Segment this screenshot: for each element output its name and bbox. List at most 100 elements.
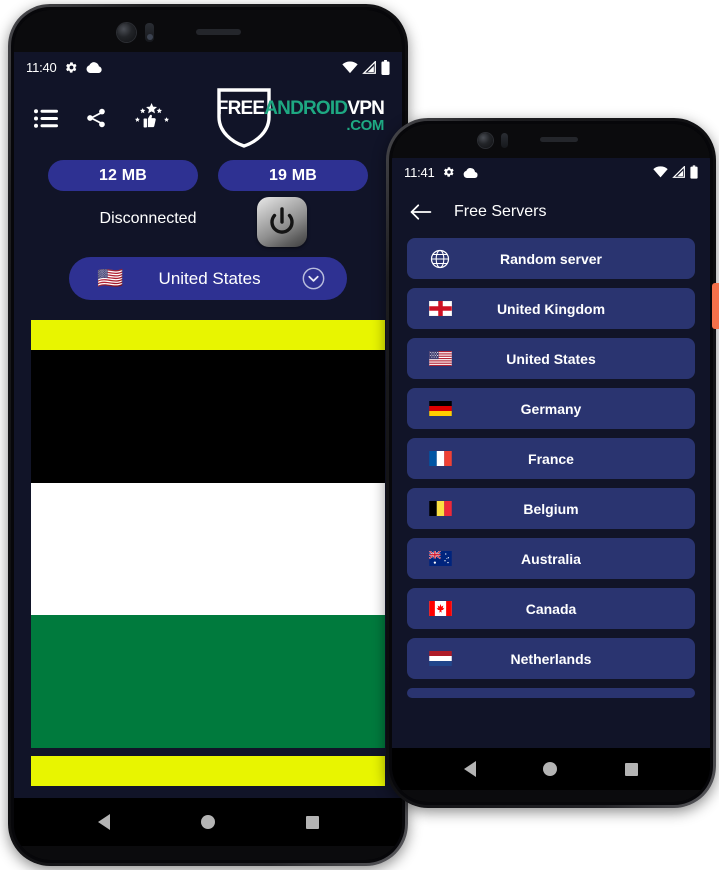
globe-icon: [425, 249, 455, 269]
rate-icon[interactable]: [134, 103, 170, 133]
flag-stripe-black: [31, 350, 385, 483]
recents-nav-icon[interactable]: [625, 762, 639, 776]
us-flag-icon: [425, 351, 455, 366]
list-item[interactable]: Belgium: [407, 488, 695, 529]
page-title: Free Servers: [454, 203, 547, 220]
germany-flag-icon: [425, 401, 455, 416]
banner-gap: [31, 748, 385, 756]
status-bar-time: 11:40: [26, 59, 57, 75]
list-item[interactable]: France: [407, 438, 695, 479]
netherlands-flag-icon: [425, 651, 455, 666]
server-list: Random server United Kingdom United Stat…: [392, 238, 710, 748]
server-name: France: [528, 450, 574, 467]
server-name: Germany: [520, 400, 582, 417]
free-servers-screen: Free Servers Random server United Kingdo…: [392, 186, 710, 748]
signal-icon: [672, 166, 685, 178]
data-usage-row: 12 MB 19 MB: [14, 154, 402, 191]
cloud-icon: [463, 167, 478, 178]
banner-top-bar: [31, 320, 385, 350]
server-name: Random server: [500, 250, 602, 267]
flag-star-icon: ✹: [58, 531, 86, 567]
server-name: Australia: [521, 550, 581, 567]
vpn-app-main: FREE ANDROID VPN .COM 12 MB 19 MB Discon…: [14, 82, 402, 786]
phone-inner-right: 11:41 Free Servers Random server United …: [389, 121, 713, 805]
brand-wordmark: FREE ANDROID VPN .COM: [216, 87, 385, 134]
list-item[interactable]: [407, 688, 695, 698]
screen-left: 11:40 FREE ANDROID VPN .COM 12 MB 19 MB …: [14, 52, 402, 798]
status-bar-left: 11:40: [14, 52, 402, 82]
wifi-icon: [653, 166, 668, 178]
server-name: United Kingdom: [496, 300, 606, 317]
list-item[interactable]: Canada: [407, 588, 695, 629]
sensor-dot-icon: [147, 34, 153, 40]
back-arrow-icon[interactable]: [410, 203, 432, 221]
brand-com: .COM: [346, 117, 384, 134]
home-nav-icon[interactable]: [543, 762, 558, 776]
list-item[interactable]: Australia: [407, 538, 695, 579]
power-icon: [270, 207, 294, 234]
list-icon[interactable]: [34, 108, 58, 128]
phone-inner-left: 11:40 FREE ANDROID VPN .COM 12 MB 19 MB …: [11, 7, 405, 863]
connection-status-text: Disconnected: [99, 210, 197, 227]
wifi-icon: [342, 60, 358, 73]
phone-bezel-bottom-right: [392, 790, 710, 802]
country-selector[interactable]: 🇺🇸 United States: [69, 257, 347, 300]
uk-flag-icon: [425, 301, 455, 316]
list-item[interactable]: Netherlands: [407, 638, 695, 679]
phone-device-right: 11:41 Free Servers Random server United …: [386, 118, 716, 808]
brand-android: ANDROID: [264, 98, 348, 119]
app-bar-actions: [34, 103, 170, 133]
back-nav-icon[interactable]: [463, 761, 476, 777]
screen-bottom-pad-left: [14, 786, 402, 798]
chevron-down-icon[interactable]: [302, 267, 325, 290]
earpiece-speaker-icon: [196, 29, 241, 35]
status-bar-right: 11:41: [392, 158, 710, 186]
france-flag-icon: [425, 451, 455, 466]
brand-free: FREE: [216, 98, 265, 119]
list-item[interactable]: United States: [407, 338, 695, 379]
signal-icon: [362, 60, 376, 74]
phone-face-right: 11:41 Free Servers Random server United …: [392, 124, 710, 802]
banner-bottom-bar: [31, 756, 385, 786]
connection-row: Disconnected: [14, 191, 402, 253]
front-camera-icon: [117, 23, 136, 42]
gear-icon: [443, 167, 454, 177]
home-nav-icon[interactable]: [200, 815, 215, 829]
belgium-flag-icon: [425, 501, 455, 516]
side-tab-accent[interactable]: [712, 283, 719, 329]
battery-icon: [381, 59, 390, 75]
proximity-sensor-icon: [501, 133, 508, 148]
back-nav-icon[interactable]: [97, 814, 110, 830]
brand-vpn: VPN: [347, 98, 384, 119]
ad-banner[interactable]: ✹: [14, 320, 402, 786]
phone-bezel-top-left: [14, 10, 402, 52]
server-name: Belgium: [523, 500, 579, 517]
selected-country-label: United States: [158, 268, 261, 288]
front-camera-icon: [478, 133, 493, 148]
gear-icon: [65, 61, 77, 73]
screenshot-root: 11:40 FREE ANDROID VPN .COM 12 MB 19 MB …: [0, 0, 719, 870]
android-nav-bar-right: [392, 748, 710, 790]
android-nav-bar-left: [14, 798, 402, 846]
brand-logo: FREE ANDROID VPN .COM: [215, 87, 388, 149]
flag-stripe-green: [31, 615, 385, 748]
canada-flag-icon: [425, 601, 455, 616]
recents-nav-icon[interactable]: [305, 815, 319, 829]
australia-flag-icon: [425, 551, 455, 566]
power-button[interactable]: [257, 197, 307, 247]
list-item[interactable]: Germany: [407, 388, 695, 429]
app-bar-left: FREE ANDROID VPN .COM: [14, 82, 402, 154]
phone-face-left: 11:40 FREE ANDROID VPN .COM 12 MB 19 MB …: [14, 10, 402, 860]
jordan-flag-graphic: ✹: [31, 350, 385, 748]
download-usage-pill: 12 MB: [48, 160, 198, 191]
status-bar-time: 11:41: [404, 164, 435, 180]
phone-bezel-top-right: [392, 124, 710, 158]
phone-bezel-bottom-left: [14, 846, 402, 860]
earpiece-speaker-icon: [540, 137, 578, 142]
server-name: Netherlands: [510, 650, 592, 667]
share-icon[interactable]: [85, 107, 107, 129]
list-item[interactable]: United Kingdom: [407, 288, 695, 329]
screen-right: 11:41 Free Servers Random server United …: [392, 158, 710, 748]
phone-device-left: 11:40 FREE ANDROID VPN .COM 12 MB 19 MB …: [8, 4, 408, 866]
list-item[interactable]: Random server: [407, 238, 695, 279]
